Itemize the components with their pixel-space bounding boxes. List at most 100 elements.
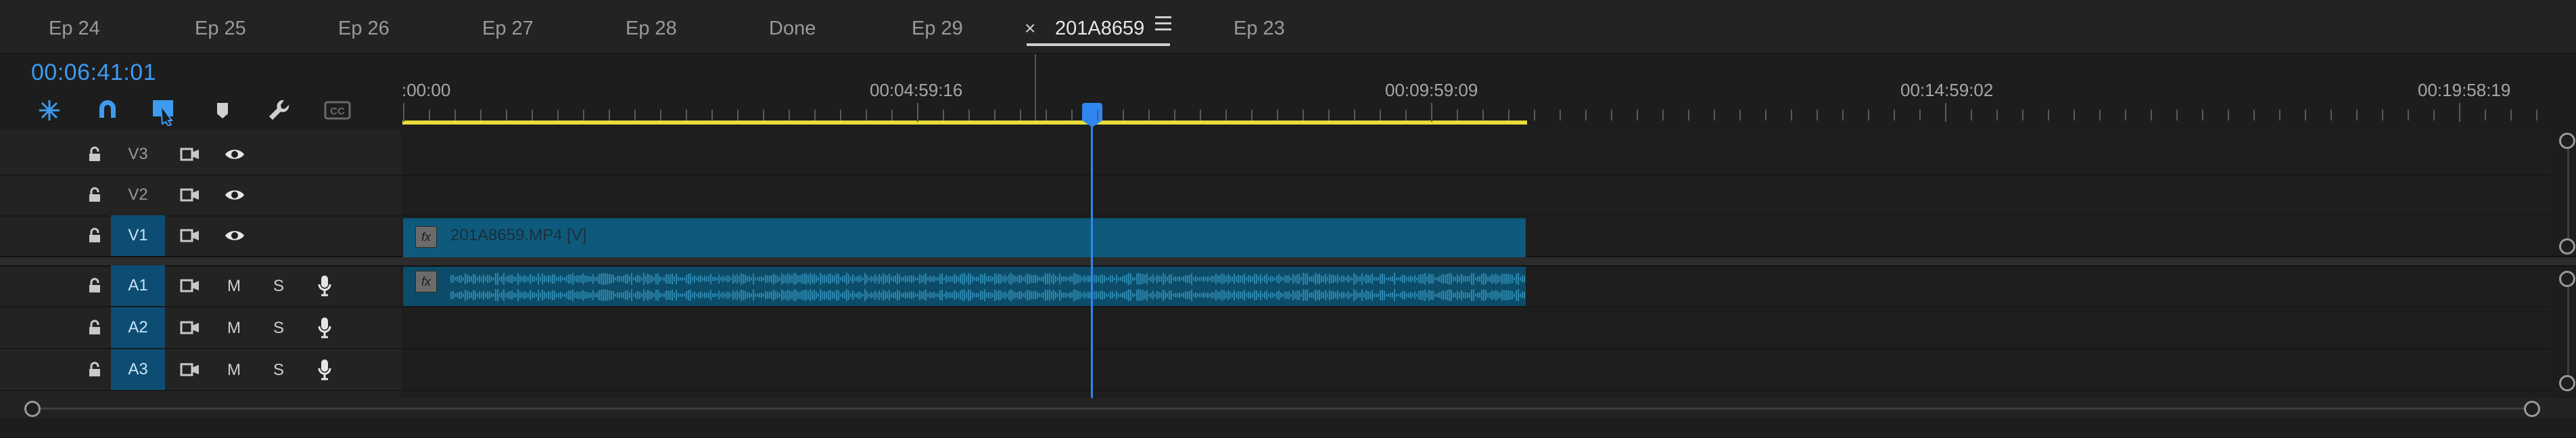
vertical-scroll-knob[interactable] (2559, 375, 2575, 391)
ruler-tick (1894, 110, 1895, 121)
playhead-handle[interactable] (1082, 103, 1102, 127)
ruler-tick (1919, 110, 1921, 121)
snap-magnet-icon[interactable] (92, 95, 123, 126)
active-tab-indicator (1027, 43, 1170, 46)
ruler-tick (1405, 110, 1407, 121)
work-area-bar[interactable] (402, 121, 1527, 125)
tab-ep-26[interactable]: Ep 26 (338, 0, 390, 53)
tab-ep-23[interactable]: Ep 23 (1234, 0, 1285, 53)
audio-clip[interactable]: fx (403, 267, 1526, 306)
lock-icon[interactable] (81, 134, 108, 175)
mute-button[interactable]: M (220, 307, 248, 348)
horizontal-scrollbar[interactable] (0, 398, 2576, 418)
ruler-tick (2433, 110, 2435, 121)
ruler-tick (429, 110, 430, 121)
microphone-icon[interactable] (311, 265, 338, 306)
ruler-tick (943, 110, 944, 121)
lock-icon[interactable] (81, 349, 108, 390)
track-label-a3[interactable]: A3 (111, 349, 165, 390)
lock-icon[interactable] (81, 265, 108, 306)
settings-wrench-icon[interactable] (264, 95, 295, 126)
ruler-tick (1071, 110, 1073, 121)
ruler-tick (2459, 103, 2460, 122)
tab-done[interactable]: Done (769, 0, 816, 53)
tab-ep-24[interactable]: Ep 24 (49, 0, 100, 53)
solo-button[interactable]: S (265, 307, 292, 348)
ruler-tick (686, 110, 687, 121)
ruler-tick (1714, 110, 1715, 121)
linked-selection-icon[interactable] (149, 95, 180, 126)
vertical-scroll-knob[interactable] (2559, 271, 2575, 287)
scroll-track[interactable] (32, 408, 2531, 410)
ruler-tick (2228, 110, 2229, 121)
fx-badge-icon[interactable]: fx (415, 226, 437, 248)
track-label-a2[interactable]: A2 (111, 307, 165, 348)
ruler-tick (1560, 110, 1561, 121)
ruler-tick (1662, 110, 1664, 121)
ruler-tick (789, 110, 790, 121)
playhead-line[interactable] (1091, 108, 1093, 398)
tab-ep-25[interactable]: Ep 25 (195, 0, 246, 53)
ruler-tick (2074, 110, 2075, 121)
ruler-tick (1200, 110, 1201, 121)
ruler-tick (1585, 110, 1587, 121)
sync-lock-icon[interactable] (173, 349, 207, 390)
ruler-tick (1020, 110, 1021, 121)
ruler-tick (2331, 110, 2332, 121)
tab-ep-29[interactable]: Ep 29 (912, 0, 963, 53)
sync-lock-icon[interactable] (173, 265, 207, 306)
sync-lock-icon[interactable] (173, 307, 207, 348)
track-label-v2[interactable]: V2 (111, 175, 165, 215)
vertical-scroll-knob[interactable] (2559, 133, 2575, 149)
tab-ep-27[interactable]: Ep 27 (482, 0, 534, 53)
hamburger-menu-icon[interactable] (1155, 16, 1171, 31)
insert-overwrite-icon[interactable] (34, 95, 65, 126)
mute-button[interactable]: M (220, 265, 248, 306)
tab-ep-28[interactable]: Ep 28 (626, 0, 677, 53)
microphone-icon[interactable] (311, 307, 338, 348)
track-label-a1[interactable]: A1 (111, 265, 165, 306)
ruler-tick (1765, 110, 1766, 121)
ruler-tick (1817, 110, 1818, 121)
track-label-v3[interactable]: V3 (111, 134, 165, 175)
eye-icon[interactable] (218, 215, 252, 256)
ruler-tick (1148, 110, 1150, 121)
sync-lock-icon[interactable] (173, 215, 207, 256)
solo-button[interactable]: S (265, 349, 292, 390)
ruler-tick (1945, 103, 1946, 122)
ruler-tick (1868, 110, 1869, 121)
sync-lock-icon[interactable] (173, 134, 207, 175)
clip-name: 201A8659.MP4 [V] (450, 226, 587, 244)
video-clip[interactable]: fx 201A8659.MP4 [V] (403, 218, 1526, 257)
audio-waveform (450, 273, 1525, 301)
sync-lock-icon[interactable] (173, 175, 207, 215)
mute-button[interactable]: M (220, 349, 248, 390)
lock-icon[interactable] (81, 175, 108, 215)
ruler-tick (917, 103, 918, 122)
microphone-icon[interactable] (311, 349, 338, 390)
scroll-zoom-handle-right[interactable] (2524, 401, 2540, 417)
ruler-timecode-label: :00:00 (402, 80, 451, 100)
vertical-scrollbar[interactable] (2567, 287, 2569, 375)
lock-icon[interactable] (81, 215, 108, 256)
scroll-zoom-handle-left[interactable] (24, 401, 41, 417)
ruler-timecode-label: 00:09:59:09 (1385, 80, 1478, 100)
ruler-tick (660, 110, 661, 121)
ruler-tick (532, 110, 533, 121)
ruler-tick (2382, 110, 2383, 121)
solo-button[interactable]: S (265, 265, 292, 306)
eye-icon[interactable] (218, 134, 252, 175)
vertical-scroll-knob[interactable] (2559, 238, 2575, 255)
vertical-scrollbar[interactable] (2567, 149, 2569, 238)
add-marker-icon[interactable] (207, 95, 238, 126)
playhead-timecode[interactable]: 00:06:41:01 (31, 60, 156, 86)
lock-icon[interactable] (81, 307, 108, 348)
captions-icon[interactable]: CC (322, 95, 353, 126)
ruler-tick (454, 110, 456, 121)
ruler-tick (1277, 110, 1278, 121)
track-row-a3: A3 M S (0, 349, 2552, 391)
fx-badge-icon[interactable]: fx (415, 271, 437, 292)
eye-icon[interactable] (218, 175, 252, 215)
track-label-v1[interactable]: V1 (111, 215, 165, 256)
ruler-tick (2485, 110, 2486, 121)
